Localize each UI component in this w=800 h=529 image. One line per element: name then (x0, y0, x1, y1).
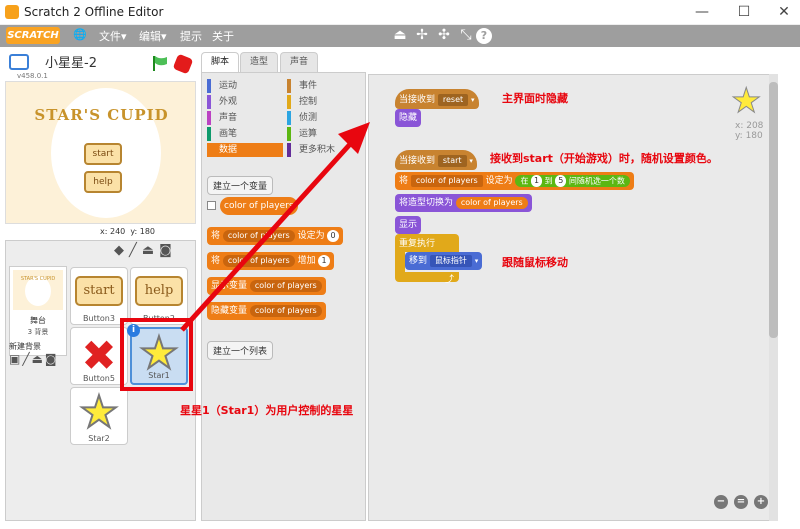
annotation-star1: 星星1（Star1）为用户控制的星星 (180, 404, 354, 417)
annotation-random-color: 接收到start（开始游戏）时，随机设置颜色。 (490, 152, 718, 165)
annotation-arrow (180, 122, 370, 332)
annotation-follow-mouse: 跟随鼠标移动 (502, 256, 568, 269)
annotation-hide: 主界面时隐藏 (502, 92, 568, 105)
